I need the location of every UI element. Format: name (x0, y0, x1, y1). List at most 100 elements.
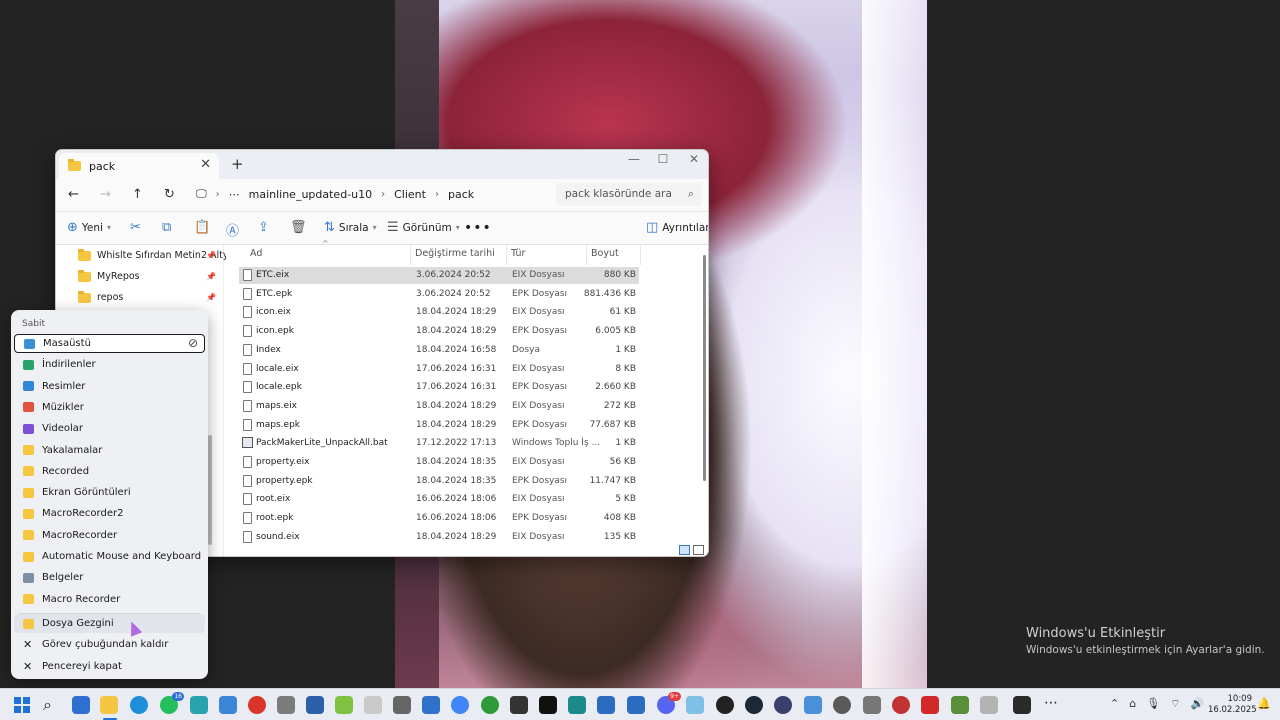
pinned-item[interactable]: Belgeler (14, 568, 205, 587)
app-icon[interactable] (393, 696, 411, 714)
up-button[interactable]: ↑ (132, 187, 143, 202)
delete-button[interactable]: 🗑 (290, 220, 307, 235)
nav-item[interactable]: MyRepos (78, 269, 140, 282)
discord-icon[interactable]: 9+ (657, 692, 681, 714)
more-options-button[interactable]: ••• (464, 220, 492, 236)
app-icon[interactable] (568, 696, 586, 714)
breadcrumb-item[interactable]: pack (448, 188, 474, 201)
pinned-item[interactable]: Recorded (14, 462, 205, 481)
file-row[interactable]: root.eix 16.06.2024 18:06 EIX Dosyası 5 KB (239, 491, 639, 508)
app-icon[interactable] (804, 696, 822, 714)
view-button[interactable]: ☰ Görünüm ▾ (387, 220, 460, 235)
app-icon[interactable] (716, 696, 734, 714)
app-icon[interactable] (335, 696, 353, 714)
app-icon[interactable] (774, 696, 792, 714)
open-file-explorer-item[interactable]: Dosya Gezgini (14, 614, 205, 633)
more-crumbs-button[interactable]: ⋯ (229, 188, 240, 201)
nav-item[interactable]: Whislte Sıfırdan Metin2 Altyapı (78, 248, 243, 261)
search-input[interactable]: pack klasöründe ara ⌕ (556, 183, 702, 206)
app-icon[interactable] (980, 696, 998, 714)
pinned-item[interactable]: Ekran Görüntüleri (14, 483, 205, 502)
rename-button[interactable]: Ⓐ (226, 220, 239, 239)
app-icon[interactable] (686, 696, 704, 714)
breadcrumb-item[interactable]: Client (394, 188, 426, 201)
file-row[interactable]: property.epk 18.04.2024 18:35 EPK Dosyası 1… (239, 473, 639, 490)
app-icon[interactable] (627, 696, 645, 714)
terminal-icon[interactable] (1013, 696, 1031, 714)
share-button[interactable]: ⇪ (258, 220, 269, 235)
file-row[interactable]: icon.epk 18.04.2024 18:29 EPK Dosyası 6.005… (239, 323, 639, 340)
pinned-item[interactable]: Automatic Mouse and Keyboard (14, 547, 205, 566)
whatsapp-icon[interactable]: 16 (160, 692, 184, 714)
column-divider[interactable] (410, 245, 411, 265)
app-icon[interactable] (277, 696, 295, 714)
close-window-button[interactable]: ✕ (679, 152, 708, 166)
microphone-icon[interactable]: 🎙 (1146, 697, 1160, 711)
new-button[interactable]: ⊕ Yeni ▾ (67, 220, 111, 235)
file-row[interactable]: root.epk 16.06.2024 18:06 EPK Dosyası 408 K… (239, 510, 639, 527)
pinned-item[interactable]: Resimler (14, 377, 205, 396)
pinned-item[interactable]: Videolar (14, 419, 205, 438)
file-row[interactable]: ETC.epk 3.06.2024 20:52 EPK Dosyası 881.436… (239, 286, 639, 303)
file-row[interactable]: Index 18.04.2024 16:58 Dosya 1 KB (239, 342, 639, 359)
unpin-icon[interactable]: ⊘ (188, 336, 198, 350)
column-type[interactable]: Tür (511, 248, 525, 259)
file-explorer-icon[interactable] (100, 696, 118, 714)
app-icon[interactable] (219, 696, 237, 714)
app-icon[interactable] (190, 696, 208, 714)
large-icons-view-button[interactable] (693, 545, 704, 555)
app-icon[interactable] (951, 696, 969, 714)
steam-icon[interactable] (745, 696, 763, 714)
app-icon[interactable] (422, 696, 440, 714)
network-icon[interactable]: ⌂ (1129, 697, 1136, 711)
search-icon[interactable]: ⌕ (43, 695, 52, 715)
app-icon[interactable] (597, 696, 615, 714)
copy-button[interactable]: ⧉ (162, 220, 171, 235)
clock[interactable]: 10:09 16.02.2025 (1208, 694, 1257, 716)
new-tab-button[interactable]: + (231, 155, 244, 173)
column-size[interactable]: Boyut (591, 248, 619, 259)
app-icon[interactable] (863, 696, 881, 714)
file-list-scrollbar[interactable] (703, 255, 706, 481)
close-tab-icon[interactable]: ✕ (200, 157, 211, 172)
breadcrumb-item[interactable]: mainline_updated-u10 (249, 188, 373, 201)
computer-icon[interactable]: 🖵 (196, 187, 207, 201)
file-row[interactable]: locale.epk 17.06.2024 16:31 EPK Dosyası 2.6… (239, 379, 639, 396)
app-icon[interactable] (248, 696, 266, 714)
cut-button[interactable]: ✂ (130, 220, 141, 235)
file-row[interactable]: ETC.eix 3.06.2024 20:52 EIX Dosyası 880 KB (239, 267, 639, 284)
pinned-item[interactable]: Müzikler (14, 398, 205, 417)
unpin-from-taskbar-item[interactable]: ✕ Görev çubuğundan kaldır (14, 635, 205, 654)
pinned-item[interactable]: Yakalamalar (14, 441, 205, 460)
app-icon[interactable] (306, 696, 324, 714)
pinned-item[interactable]: İndirilenler (14, 355, 205, 374)
column-divider[interactable] (506, 245, 507, 265)
file-row[interactable]: locale.eix 17.06.2024 16:31 EIX Dosyası 8 K… (239, 361, 639, 378)
maximize-button[interactable]: ☐ (648, 152, 678, 166)
back-button[interactable]: ← (68, 187, 79, 202)
file-row[interactable]: property.eix 18.04.2024 18:35 EIX Dosyası 5… (239, 454, 639, 471)
file-row[interactable]: PackMakerLite_UnpackAll.bat 17.12.2022 17… (239, 435, 639, 452)
column-date[interactable]: Değiştirme tarihi (415, 248, 495, 259)
nav-scrollbar[interactable] (208, 435, 212, 545)
tab-pack[interactable]: pack ✕ (59, 153, 219, 179)
app-icon[interactable] (921, 696, 939, 714)
start-button[interactable] (14, 697, 30, 713)
file-row[interactable]: maps.eix 18.04.2024 18:29 EIX Dosyası 272 K… (239, 398, 639, 415)
settings-icon[interactable] (833, 696, 851, 714)
wifi-icon[interactable]: ⌔ (1170, 697, 1180, 711)
app-icon[interactable] (892, 696, 910, 714)
details-view-button[interactable] (679, 545, 690, 555)
task-view-icon[interactable] (72, 696, 90, 714)
app-icon[interactable] (510, 696, 528, 714)
chevron-up-icon[interactable]: ⌃ (1110, 697, 1119, 711)
minimize-button[interactable]: — (619, 152, 649, 166)
file-row[interactable]: sound.eix 18.04.2024 18:29 EIX Dosyası 135 … (239, 529, 639, 546)
file-row[interactable]: icon.eix 18.04.2024 18:29 EIX Dosyası 61 KB (239, 304, 639, 321)
forward-button[interactable]: → (100, 187, 111, 202)
details-pane-button[interactable]: ◫ Ayrıntılar (646, 220, 708, 235)
pinned-item[interactable]: MacroRecorder (14, 526, 205, 545)
google-icon[interactable] (451, 696, 469, 714)
notification-icon[interactable]: 🔔 (1257, 697, 1271, 710)
column-divider[interactable] (640, 245, 641, 265)
